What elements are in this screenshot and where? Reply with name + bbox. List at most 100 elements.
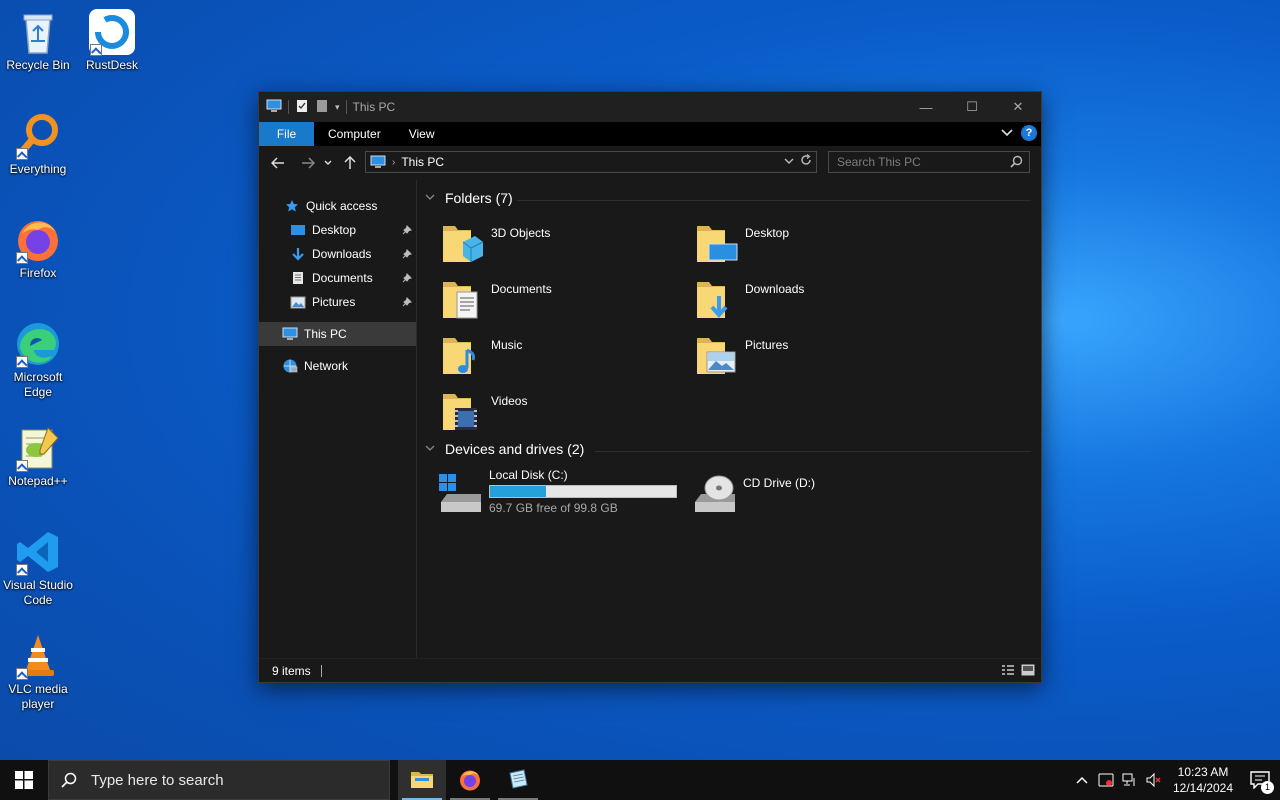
nav-item-network[interactable]: Network <box>259 354 416 378</box>
file-explorer-window: ▾ This PC — ☐ ✕ File Computer View ? › T… <box>258 91 1042 683</box>
collapse-chevron-icon[interactable] <box>425 444 437 455</box>
properties-icon[interactable] <box>295 99 309 116</box>
address-bar[interactable]: › This PC <box>365 151 817 173</box>
tab-computer[interactable]: Computer <box>314 122 395 146</box>
nav-item-desktop[interactable]: Desktop <box>259 218 416 242</box>
tab-file[interactable]: File <box>259 122 314 146</box>
desktop-icon-label: Firefox <box>19 266 57 280</box>
tab-view[interactable]: View <box>395 122 449 146</box>
nav-item-pictures[interactable]: Pictures <box>259 290 416 314</box>
edge-icon <box>14 320 62 368</box>
back-button[interactable] <box>266 151 290 175</box>
desktop-folder-icon <box>695 222 739 266</box>
minimize-button[interactable]: — <box>903 92 949 122</box>
nav-item-this-pc[interactable]: This PC <box>259 322 416 346</box>
search-box[interactable] <box>828 151 1030 173</box>
desktop-icon-everything[interactable]: Everything <box>0 112 76 177</box>
content-area: Quick access Desktop Downloads Documents… <box>259 180 1041 658</box>
breadcrumb[interactable]: This PC <box>401 155 444 169</box>
collapse-chevron-icon[interactable] <box>425 193 437 204</box>
forward-arrow-icon <box>302 157 315 169</box>
folder-3d-objects[interactable]: 3D Objects <box>441 222 691 272</box>
group-title: Devices and drives (2) <box>445 441 585 457</box>
taskbar-search-box[interactable] <box>48 760 390 800</box>
desktop-icon-vscode[interactable]: Visual Studio Code <box>0 528 76 608</box>
customize-toolbar-chevron-icon[interactable]: ▾ <box>335 102 340 113</box>
desktop-icon-label: RustDesk <box>85 58 138 72</box>
pictures-folder-icon <box>695 334 739 378</box>
shortcut-arrow-icon <box>16 252 28 264</box>
drives-group-header[interactable]: Devices and drives (2) <box>425 441 584 457</box>
item-count: 9 items <box>272 663 311 678</box>
folder-downloads[interactable]: Downloads <box>695 278 945 328</box>
recent-locations-button[interactable] <box>320 151 336 175</box>
items-view: Folders (7) 3D Objects Desktop Documents… <box>417 180 1041 658</box>
search-icon[interactable] <box>1010 155 1023 171</box>
desktop-icon-recycle-bin[interactable]: Recycle Bin <box>0 8 76 73</box>
nav-label: Desktop <box>312 223 357 237</box>
taskbar-search-input[interactable] <box>91 771 371 789</box>
start-button[interactable] <box>0 760 48 800</box>
toolbar-separator <box>345 100 347 114</box>
taskbar-app-file-explorer[interactable] <box>398 760 446 800</box>
new-folder-icon[interactable] <box>315 99 329 116</box>
desktop-icon-label: Notepad++ <box>8 474 68 488</box>
desktop-folder-icon <box>290 222 306 238</box>
nav-item-quick-access[interactable]: Quick access <box>259 194 416 218</box>
folder-music[interactable]: Music <box>441 334 691 384</box>
clock-time: 10:23 AM <box>1177 765 1229 779</box>
nav-label: Pictures <box>312 295 356 309</box>
action-center-button[interactable]: 1 <box>1240 760 1280 800</box>
show-hidden-icons-chevron-icon[interactable] <box>1070 760 1094 800</box>
breadcrumb-separator-icon[interactable]: › <box>392 157 395 168</box>
drive-cd-d[interactable]: CD Drive (D:) <box>691 468 815 516</box>
nav-item-downloads[interactable]: Downloads <box>259 242 416 266</box>
address-dropdown-chevron-icon[interactable] <box>784 154 794 169</box>
folders-group-header[interactable]: Folders (7) <box>425 190 513 206</box>
folder-videos[interactable]: Videos <box>441 390 691 440</box>
help-button[interactable]: ? <box>1021 125 1037 141</box>
drive-local-disk-c[interactable]: Local Disk (C:) 69.7 GB free of 99.8 GB <box>437 468 677 516</box>
desktop-icon-label: Visual Studio Code <box>3 578 73 607</box>
this-pc-icon <box>370 155 386 169</box>
back-arrow-icon <box>271 157 284 169</box>
file-explorer-icon <box>411 772 433 788</box>
refresh-icon[interactable] <box>800 154 812 169</box>
search-input[interactable] <box>829 152 999 172</box>
details-view-icon[interactable] <box>1001 664 1015 679</box>
drive-name: Local Disk (C:) <box>489 468 568 482</box>
taskbar-app-firefox[interactable] <box>446 760 494 800</box>
folder-pictures[interactable]: Pictures <box>695 334 945 384</box>
desktop-icon-edge[interactable]: Microsoft Edge <box>0 320 76 400</box>
security-shield-icon[interactable] <box>1094 760 1118 800</box>
drive-free-space: 69.7 GB free of 99.8 GB <box>489 501 618 515</box>
forward-button[interactable] <box>296 151 320 175</box>
pin-icon <box>402 248 412 262</box>
up-button[interactable] <box>338 151 362 175</box>
shortcut-arrow-icon <box>16 460 28 472</box>
shortcut-arrow-icon <box>90 44 102 56</box>
desktop-icon-notepad-plus-plus[interactable]: Notepad++ <box>0 424 76 489</box>
desktop-icon-rustdesk[interactable]: RustDesk <box>74 8 150 73</box>
nav-item-documents[interactable]: Documents <box>259 266 416 290</box>
network-status-icon[interactable] <box>1118 760 1142 800</box>
window-title: This PC <box>352 100 396 114</box>
vscode-icon <box>14 528 62 576</box>
volume-muted-icon[interactable] <box>1142 760 1166 800</box>
expand-ribbon-chevron-icon[interactable] <box>1001 126 1013 140</box>
maximize-button[interactable]: ☐ <box>949 92 995 122</box>
shortcut-arrow-icon <box>16 148 28 160</box>
folder-desktop[interactable]: Desktop <box>695 222 945 272</box>
folder-documents[interactable]: Documents <box>441 278 691 328</box>
desktop-icon-firefox[interactable]: Firefox <box>0 216 76 281</box>
group-divider <box>517 200 1031 201</box>
desktop-icon-vlc[interactable]: VLC media player <box>0 632 76 712</box>
title-bar[interactable]: ▾ This PC — ☐ ✕ <box>259 92 1041 122</box>
taskbar-app-notepad[interactable] <box>494 760 542 800</box>
folder-name: Downloads <box>745 282 805 296</box>
large-icons-view-icon[interactable] <box>1021 664 1035 679</box>
close-button[interactable]: ✕ <box>995 92 1041 122</box>
system-clock[interactable]: 10:23 AM 12/14/2024 <box>1166 764 1240 796</box>
firefox-icon <box>14 216 62 264</box>
nav-label: Documents <box>312 271 373 285</box>
